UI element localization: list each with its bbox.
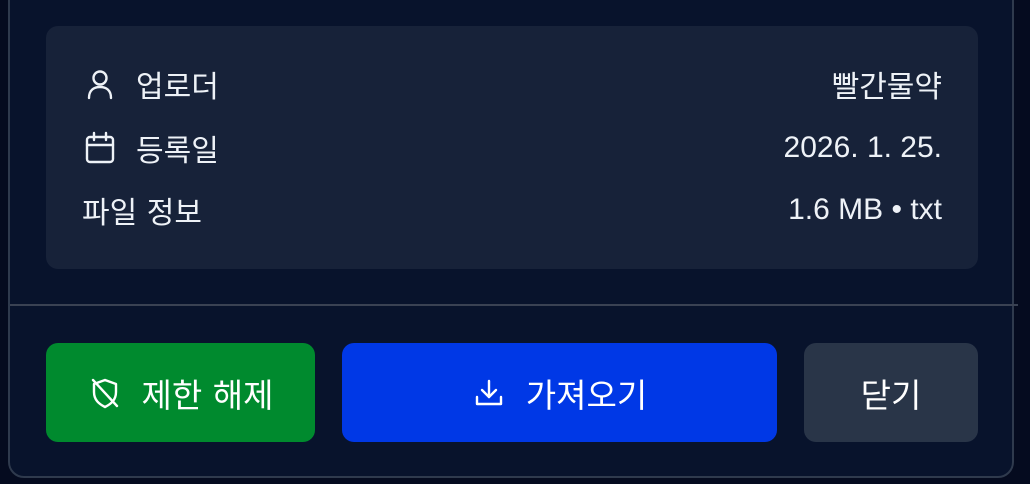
unrestrict-button[interactable]: 제한 해제 bbox=[46, 343, 315, 442]
file-info-card: 업로더 빨간물약 등록일 2026. 1. 25. 파일 정보 1.6 MB •… bbox=[46, 26, 978, 269]
date-row: 등록일 2026. 1. 25. bbox=[82, 126, 942, 170]
file-label: 파일 정보 bbox=[82, 196, 202, 231]
calendar-icon bbox=[82, 130, 118, 166]
file-label-group: 파일 정보 bbox=[82, 188, 202, 232]
uploader-label: 업로더 bbox=[136, 70, 219, 105]
file-info-row: 파일 정보 1.6 MB • txt bbox=[82, 188, 942, 232]
file-value: 1.6 MB • txt bbox=[788, 193, 942, 226]
uploader-label-group: 업로더 bbox=[82, 62, 219, 106]
shield-off-icon bbox=[88, 376, 122, 410]
close-button[interactable]: 닫기 bbox=[804, 343, 978, 442]
unrestrict-label: 제한 해제 bbox=[141, 375, 274, 415]
import-label: 가져오기 bbox=[525, 375, 648, 415]
uploader-row: 업로더 빨간물약 bbox=[82, 62, 942, 106]
uploader-value: 빨간물약 bbox=[831, 71, 942, 104]
date-label-group: 등록일 bbox=[82, 126, 219, 170]
date-label: 등록일 bbox=[136, 134, 219, 169]
footer-divider bbox=[10, 304, 1018, 306]
import-button[interactable]: 가져오기 bbox=[342, 343, 777, 442]
user-icon bbox=[82, 66, 118, 102]
date-value: 2026. 1. 25. bbox=[783, 131, 942, 164]
download-icon bbox=[472, 376, 506, 410]
close-label: 닫기 bbox=[860, 375, 922, 415]
